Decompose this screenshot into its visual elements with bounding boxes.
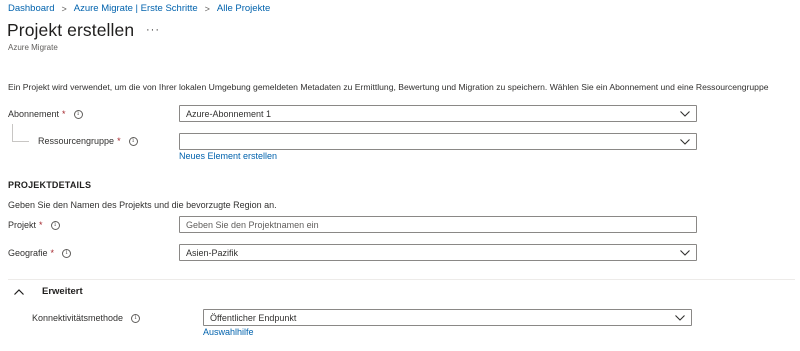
project-label: Projekt * i (8, 220, 60, 230)
resource-group-dropdown[interactable] (179, 133, 697, 150)
project-details-heading: PROJEKTDETAILS (8, 180, 92, 190)
breadcrumb-separator-icon: > (61, 3, 67, 14)
info-icon[interactable]: i (50, 220, 60, 230)
project-label-text: Projekt (8, 220, 37, 230)
chevron-down-icon (680, 109, 690, 119)
chevron-up-icon (14, 288, 24, 295)
chevron-down-icon (680, 137, 690, 147)
resource-group-label: Ressourcengruppe * i (38, 136, 138, 146)
connectivity-label: Konnektivitätsmethode i (32, 313, 141, 323)
required-indicator: * (62, 109, 66, 119)
geography-dropdown[interactable]: Asien-Pazifik (179, 244, 697, 261)
geography-value: Asien-Pazifik (186, 247, 239, 258)
subscription-value: Azure-Abonnement 1 (186, 108, 272, 119)
section-divider (8, 279, 795, 280)
breadcrumb-separator-icon: > (204, 3, 210, 14)
intro-text: Ein Projekt wird verwendet, um die von I… (8, 82, 769, 92)
create-new-resource-group-link[interactable]: Neues Element erstellen (179, 151, 277, 161)
required-indicator: * (117, 136, 121, 146)
info-icon[interactable]: i (62, 248, 72, 258)
resource-group-label-text: Ressourcengruppe (38, 136, 115, 146)
advanced-section-toggle[interactable]: Erweitert (14, 286, 83, 297)
chevron-down-icon (680, 248, 690, 258)
subscription-label-text: Abonnement (8, 109, 60, 119)
required-indicator: * (39, 220, 43, 230)
page-subtitle: Azure Migrate (8, 43, 58, 52)
more-icon[interactable]: ··· (146, 24, 160, 36)
connectivity-value: Öffentlicher Endpunkt (210, 312, 297, 323)
project-name-input[interactable]: Geben Sie den Projektnamen ein (179, 216, 697, 233)
info-icon[interactable]: i (131, 313, 141, 323)
connectivity-label-text: Konnektivitätsmethode (32, 313, 124, 323)
tree-connector-line (12, 124, 13, 141)
tree-connector-line (12, 141, 29, 142)
geography-label: Geografie * i (8, 248, 72, 258)
breadcrumb-all-projects[interactable]: Alle Projekte (217, 3, 270, 14)
breadcrumb-dashboard[interactable]: Dashboard (8, 3, 54, 14)
info-icon[interactable]: i (128, 136, 138, 146)
chevron-down-icon (675, 313, 685, 323)
info-icon[interactable]: i (73, 109, 83, 119)
subscription-label: Abonnement * i (8, 109, 83, 119)
required-indicator: * (50, 248, 55, 258)
project-name-placeholder: Geben Sie den Projektnamen ein (186, 219, 319, 230)
page-title: Projekt erstellen (7, 20, 135, 40)
selection-help-link[interactable]: Auswahlhilfe (203, 327, 254, 337)
connectivity-dropdown[interactable]: Öffentlicher Endpunkt (203, 309, 692, 326)
subscription-dropdown[interactable]: Azure-Abonnement 1 (179, 105, 697, 122)
advanced-heading: Erweitert (42, 286, 83, 297)
breadcrumb: Dashboard > Azure Migrate | Erste Schrit… (8, 3, 270, 14)
breadcrumb-azure-migrate[interactable]: Azure Migrate | Erste Schritte (74, 3, 198, 14)
geography-label-text: Geografie (8, 248, 48, 258)
project-details-description: Geben Sie den Namen des Projekts und die… (8, 200, 277, 210)
